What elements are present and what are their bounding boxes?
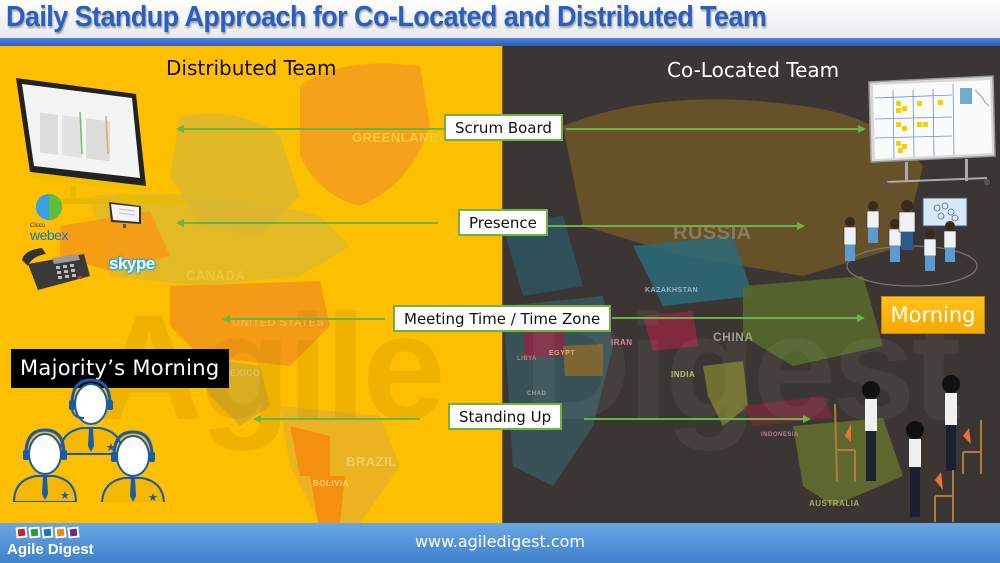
map-label-bolivia: BOLIVIA bbox=[313, 479, 349, 488]
arrow-left-presence bbox=[183, 222, 438, 224]
map-label-china: CHINA bbox=[713, 330, 754, 344]
arrow-right-head-presence bbox=[797, 222, 805, 230]
person-standing-2 bbox=[942, 375, 960, 471]
slide-title: Daily Standup Approach for Co-Located an… bbox=[6, 1, 767, 33]
agent-top: ★ bbox=[58, 378, 124, 455]
team-standup-circle-icon bbox=[843, 197, 978, 287]
person-standing-3 bbox=[906, 421, 924, 517]
arrow-left-standing-up bbox=[260, 418, 420, 420]
map-label-iran: IRAN bbox=[611, 338, 633, 347]
aspect-label-scrum-board: Scrum Board bbox=[444, 114, 563, 141]
person-2 bbox=[866, 201, 880, 243]
header-divider bbox=[0, 38, 1000, 46]
arrow-right-head-meeting-time bbox=[857, 314, 865, 322]
co-located-team-panel: Digest RUSSIA KAZAKHSTAN CHINA IRAN INDI… bbox=[502, 46, 1000, 523]
map-label-india: INDIA bbox=[671, 370, 696, 379]
arrow-right-head-scrum-board bbox=[858, 125, 866, 133]
physical-scrum-board-icon bbox=[868, 75, 996, 188]
map-label-indonesia: INDONESIA bbox=[761, 432, 799, 438]
co-located-team-heading: Co-Located Team bbox=[667, 58, 840, 82]
chair-1 bbox=[834, 403, 856, 483]
chair-2 bbox=[962, 420, 982, 474]
arrow-right-head-standing-up bbox=[803, 415, 811, 423]
map-label-kazakhstan: KAZAKHSTAN bbox=[645, 287, 699, 294]
arrow-right-scrum-board bbox=[566, 128, 859, 130]
distributed-team-panel: Agile GREENLAND CANADA UNITED STATES MEX… bbox=[0, 46, 502, 523]
aspect-label-standing-up: Standing Up bbox=[448, 403, 563, 430]
arrow-left-scrum-board bbox=[183, 128, 445, 130]
person-4-presenter bbox=[898, 200, 916, 250]
person-5 bbox=[923, 229, 937, 271]
slide-footer: Agile Digest www.agiledigest.com bbox=[0, 523, 1000, 563]
webex-globe-icon bbox=[36, 194, 62, 220]
person-6 bbox=[943, 221, 957, 262]
bag-1 bbox=[845, 424, 851, 442]
distributed-team-heading: Distributed Team bbox=[166, 56, 337, 80]
aspect-label-presence: Presence bbox=[458, 209, 548, 236]
website-url[interactable]: www.agiledigest.com bbox=[0, 532, 1000, 551]
bag-3 bbox=[935, 472, 943, 490]
svg-text:★: ★ bbox=[148, 492, 158, 502]
webex-brand-label: webex bbox=[30, 227, 68, 243]
map-label-brazil: BRAZIL bbox=[346, 454, 397, 469]
desk-phone-icon bbox=[22, 248, 90, 290]
aspect-label-meeting-time: Meeting Time / Time Zone bbox=[393, 305, 612, 332]
map-label-greenland: GREENLAND bbox=[352, 130, 439, 145]
person-standing-1 bbox=[862, 381, 880, 481]
arrow-right-standing-up bbox=[584, 418, 804, 420]
headset-agents-icon: ★ ★ ★ bbox=[12, 378, 165, 502]
map-label-chad: CHAD bbox=[527, 391, 547, 397]
skype-logo: skype bbox=[109, 254, 155, 273]
person-1 bbox=[843, 217, 857, 261]
standing-people-chairs-icon bbox=[834, 375, 982, 522]
arrow-right-meeting-time bbox=[612, 317, 858, 319]
colocated-morning-label: Morning bbox=[881, 296, 985, 334]
map-label-libya: LIBYA bbox=[517, 356, 537, 362]
desktop-computer-icon bbox=[16, 78, 188, 204]
bag-2 bbox=[963, 428, 971, 444]
arrow-left-meeting-time bbox=[229, 318, 385, 320]
slide-header: Daily Standup Approach for Co-Located an… bbox=[0, 0, 1000, 40]
map-label-canada: CANADA bbox=[186, 268, 246, 283]
laptop-icon bbox=[109, 202, 141, 228]
arrow-right-presence bbox=[546, 225, 798, 227]
map-label-egypt: EGYPT bbox=[549, 350, 576, 357]
svg-text:★: ★ bbox=[60, 490, 70, 502]
